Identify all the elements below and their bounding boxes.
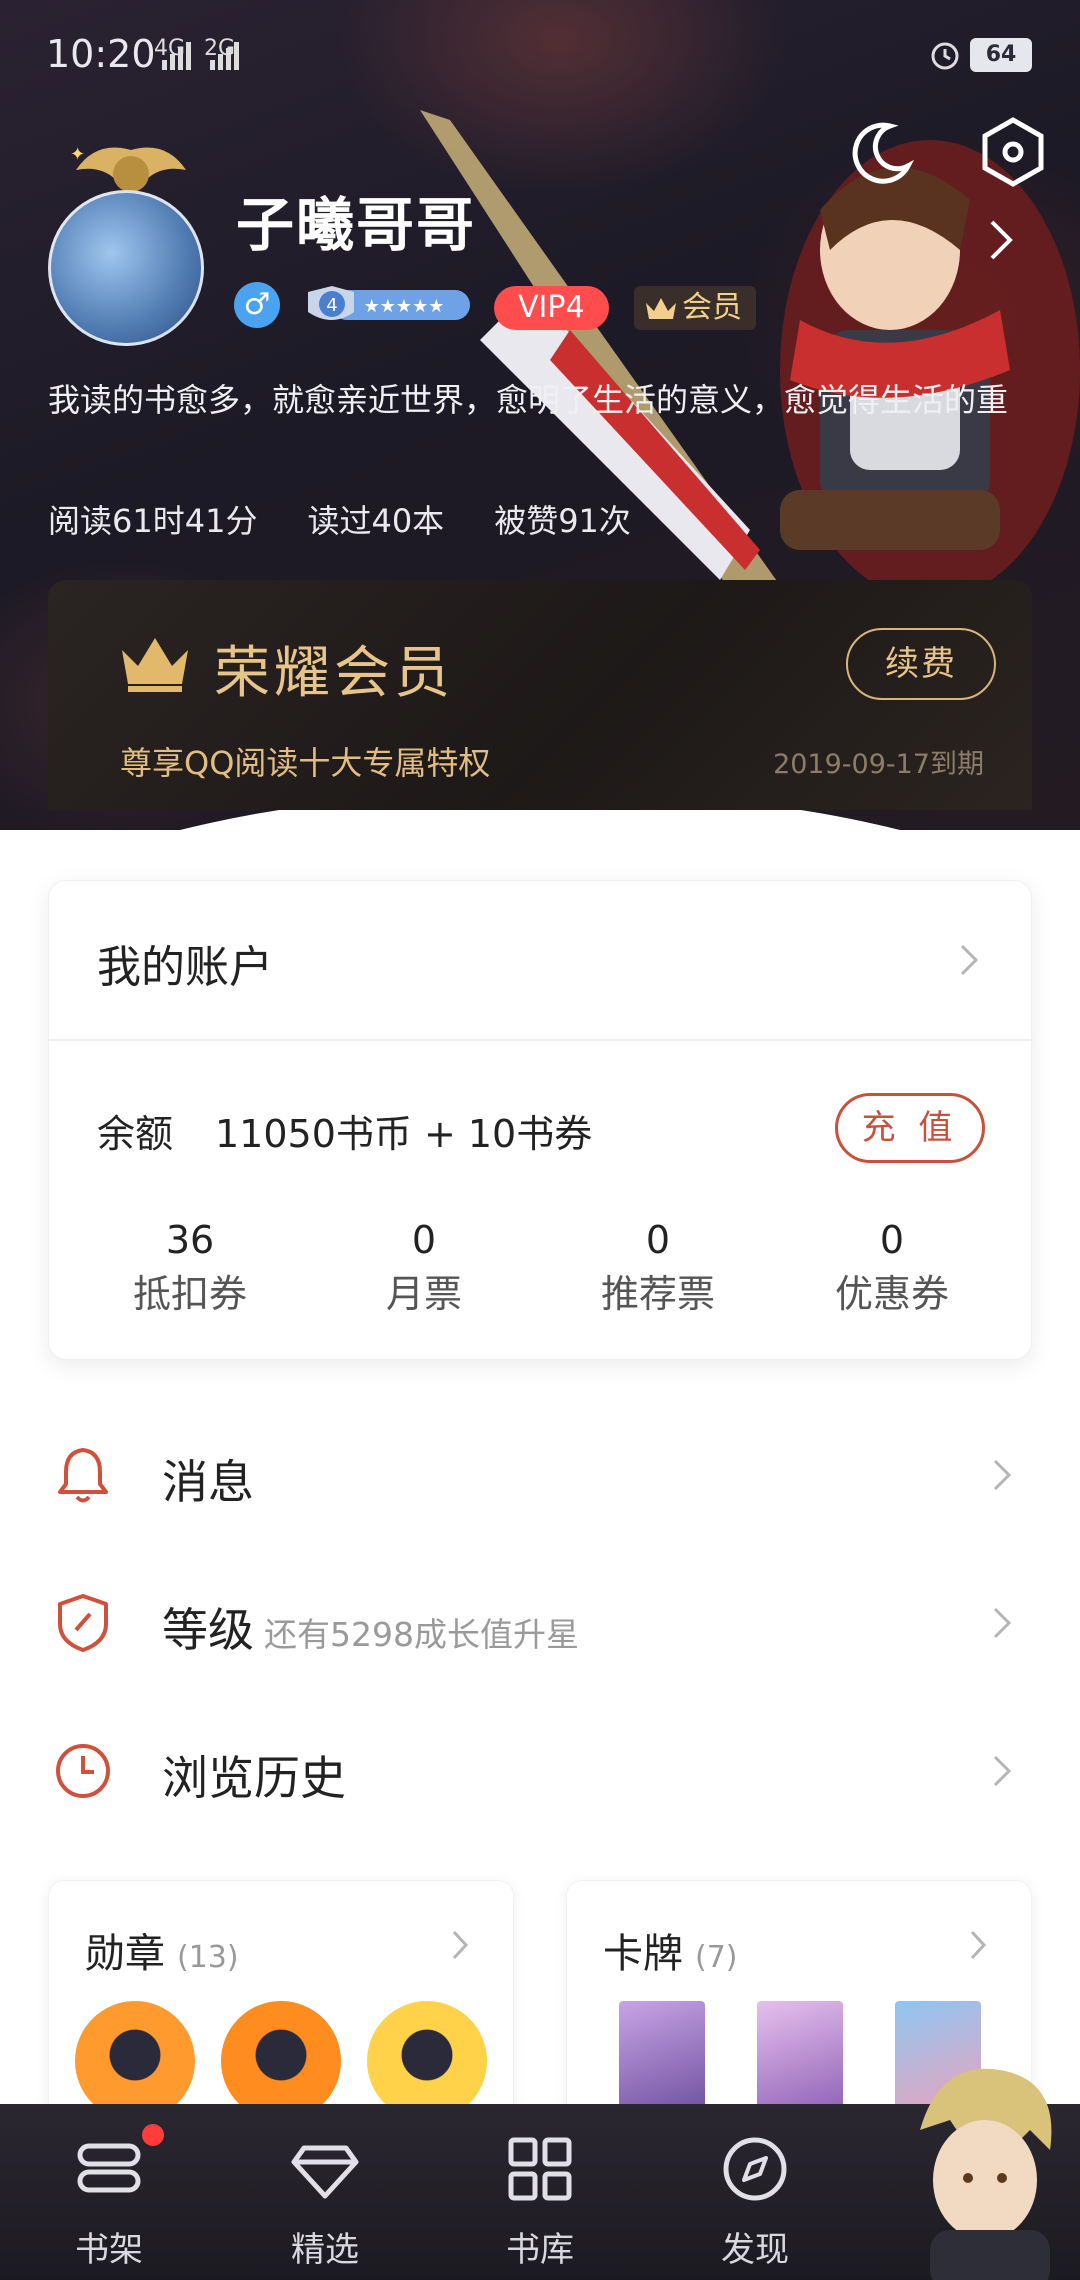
alarm-icon (931, 42, 959, 70)
divider (49, 1039, 1033, 1041)
menu-item-messages[interactable]: 消息 (0, 1406, 1080, 1536)
stat-books-read: 读过40本 (307, 502, 445, 540)
stat-likes: 被赞91次 (494, 502, 631, 540)
ticket-count: 0 (879, 1218, 905, 1262)
level-number: 4 (326, 295, 337, 316)
vip-badge[interactable]: VIP4 (494, 286, 609, 330)
ticket-monthly[interactable]: 0 月票 (307, 1217, 541, 1325)
vip-membership-card[interactable]: 荣耀会员 续费 尊享QQ阅读十大专属特权 2019-09-17到期 (48, 580, 1032, 810)
level-stars-icon: ★★★★★ (364, 296, 445, 317)
medals-count: (13) (177, 1940, 239, 1975)
stat-reading-time: 阅读61时41分 (48, 502, 258, 540)
chevron-right-icon (993, 1459, 1012, 1491)
nav-label: 书架 (75, 2230, 143, 2270)
vip-expire-date: 2019-09-17到期 (773, 749, 984, 780)
medal-badge[interactable] (367, 2001, 487, 2119)
medal-badge[interactable] (75, 2001, 195, 2119)
menu-item-level[interactable]: 等级 还有5298成长值升星 (0, 1554, 1080, 1684)
signal-icon (162, 42, 191, 70)
vip-card-title: 荣耀会员 (214, 641, 454, 706)
username: 子曦哥哥 (236, 191, 477, 259)
bell-icon (58, 1448, 108, 1503)
ticket-label: 优惠券 (834, 1272, 949, 1316)
ticket-label: 月票 (385, 1272, 462, 1316)
avatar-wrap[interactable]: ✦ (26, 140, 226, 350)
male-gender-icon: ♂ (234, 282, 280, 328)
signal-icon-2 (210, 42, 239, 70)
ticket-coupon[interactable]: 0 优惠券 (775, 1217, 1009, 1325)
reading-stats: 阅读61时41分 读过40本 被赞91次 (48, 496, 631, 542)
clock-icon (56, 1744, 110, 1798)
ticket-deduction[interactable]: 36 抵扣券 (73, 1217, 307, 1325)
nav-library[interactable]: 书库 (455, 2104, 625, 2280)
medals-card[interactable]: 勋章 (13) (48, 1880, 514, 2120)
balance-value: 11050书币 + 10书券 (215, 1112, 593, 1156)
menu-item-history[interactable]: 浏览历史 (0, 1702, 1080, 1832)
cards-count: (7) (695, 1940, 738, 1975)
battery-icon: 64 (970, 38, 1032, 72)
compass-icon (723, 2137, 787, 2201)
nav-label: 精选 (291, 2230, 359, 2270)
ticket-count: 36 (165, 1218, 215, 1262)
nav-discover[interactable]: 发现 (670, 2104, 840, 2280)
menu-label-history: 浏览历史 (162, 1751, 346, 1805)
svg-text:✦: ✦ (70, 144, 85, 165)
ticket-label: 抵扣券 (132, 1272, 247, 1316)
nav-label: 发现 (721, 2230, 789, 2270)
bio: 我读的书愈多，就愈亲近世界，愈明了生活的意义，愈觉得生活的重 (48, 381, 1009, 419)
nav-bookshelf[interactable]: 书架 (24, 2104, 194, 2280)
nav-featured[interactable]: 精选 (240, 2104, 410, 2280)
medal-badge[interactable] (221, 2001, 341, 2119)
profile-header: 10:20 4G 2G 64 ✦ 子曦哥哥 ♂ 4 ★★★★★ VIP4 会员 … (0, 0, 1080, 830)
night-mode-icon[interactable] (848, 118, 916, 186)
diamond-icon (291, 2145, 359, 2199)
grid-icon (508, 2137, 572, 2201)
menu-label-messages: 消息 (162, 1455, 254, 1509)
ticket-recommend[interactable]: 0 推荐票 (541, 1217, 775, 1325)
ticket-label: 推荐票 (600, 1272, 715, 1316)
member-badge[interactable]: 会员 (634, 286, 756, 330)
account-title[interactable]: 我的账户 (97, 931, 273, 995)
ticket-count: 0 (411, 1218, 437, 1262)
profile-chevron-icon[interactable] (986, 218, 1016, 262)
ticket-row: 36 抵扣券 0 月票 0 推荐票 0 优惠券 (49, 1217, 1033, 1325)
level-badge[interactable]: 4 ★★★★★ (306, 282, 474, 328)
account-card: 我的账户 余额 11050书币 + 10书券 充 值 36 抵扣券 0 月票 0… (48, 880, 1033, 1360)
level-hint: 还有5298成长值升星 (264, 1615, 579, 1654)
shield-icon (58, 1594, 108, 1652)
chevron-right-icon (993, 1607, 1012, 1639)
notification-dot (142, 2124, 164, 2146)
card-thumbnail[interactable] (619, 2001, 705, 2119)
chevron-right-icon (970, 1930, 987, 1960)
bookshelf-icon (77, 2143, 141, 2193)
crown-icon (122, 638, 188, 692)
chevron-right-icon[interactable] (959, 943, 979, 977)
status-bar: 10:20 4G 2G 64 (0, 0, 1080, 110)
renew-button[interactable]: 续费 (846, 628, 996, 700)
status-time: 10:20 (46, 32, 156, 76)
nav-label: 书库 (506, 2230, 574, 2270)
mascot-character-art[interactable] (880, 2060, 1080, 2280)
ticket-count: 0 (645, 1218, 671, 1262)
member-badge-label: 会员 (682, 290, 742, 325)
crown-icon (646, 298, 676, 319)
chevron-right-icon (993, 1755, 1012, 1787)
chevron-right-icon (452, 1930, 469, 1960)
avatar[interactable] (48, 190, 204, 346)
card-thumbnail[interactable] (757, 2001, 843, 2119)
settings-icon[interactable] (980, 116, 1046, 188)
balance-label: 余额 (97, 1112, 174, 1156)
cards-title-text: 卡牌 (603, 1931, 683, 1977)
cards-title: 卡牌 (7) (603, 1921, 738, 1979)
recharge-button[interactable]: 充 值 (835, 1093, 985, 1163)
medals-title-text: 勋章 (85, 1931, 165, 1977)
vip-card-subtitle: 尊享QQ阅读十大专属特权 (120, 744, 491, 782)
medals-title: 勋章 (13) (85, 1921, 239, 1979)
menu-label-level: 等级 (162, 1603, 254, 1657)
